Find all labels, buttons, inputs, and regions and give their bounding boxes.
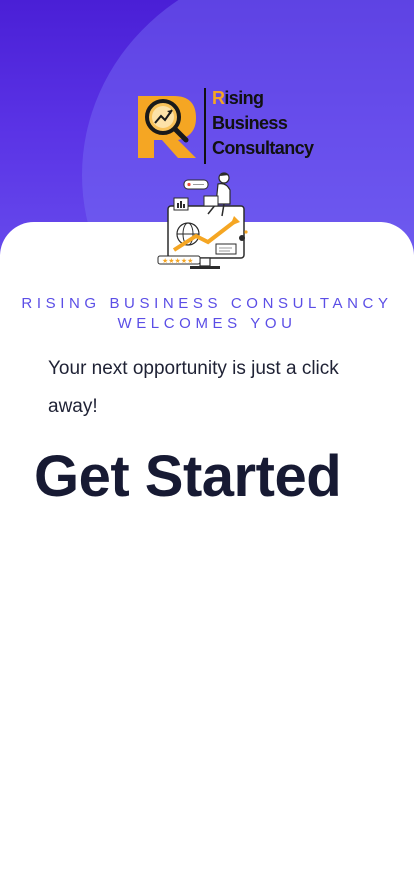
analytics-illustration-icon: ★★★★★ [150,170,254,274]
welcome-line-2: WELCOMES YOU [117,315,297,332]
welcome-line-1: RISING BUSINESS CONSULTANCY [21,295,393,312]
company-logo: Rising Business Consultancy [134,84,324,168]
tagline-text: Your next opportunity is just a click aw… [48,358,339,417]
logo-line-consultancy: Consultancy [212,138,314,158]
logo-line-rising: Rising [212,88,264,108]
logo-line-rising-rest: ising [224,88,264,108]
welcome-screen: Rising Business Consultancy ★★★★★ RISING… [0,0,414,896]
welcome-heading: RISING BUSINESS CONSULTANCY WELCOMES YOU [0,294,414,334]
get-started-button[interactable]: Get Started [34,440,342,514]
logo-r-magnifier-icon [138,88,206,164]
svg-text:★★★★★: ★★★★★ [162,257,193,265]
logo-line-business: Business [212,113,288,133]
logo-wordmark: Rising Business Consultancy [212,86,314,161]
